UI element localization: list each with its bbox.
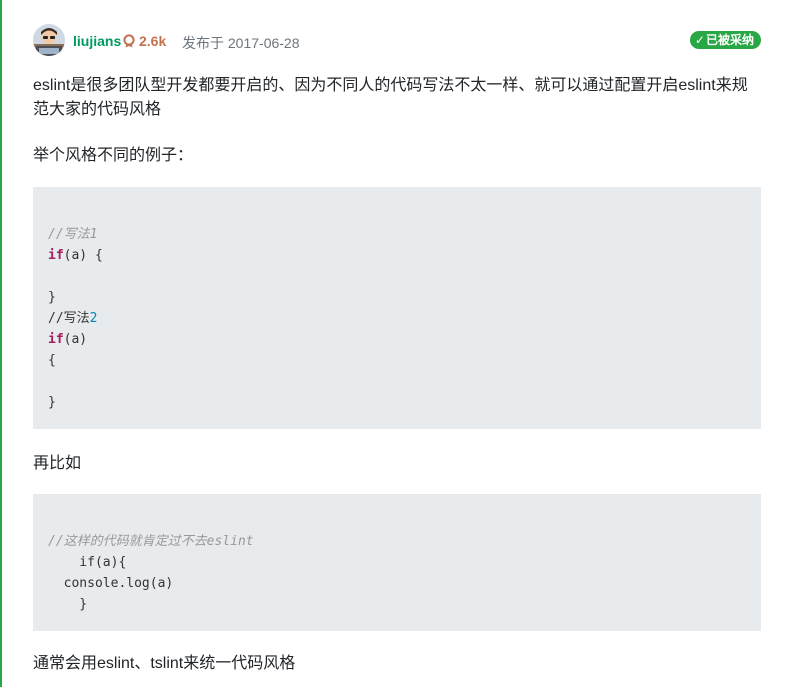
code-token: 2 bbox=[89, 311, 98, 326]
answer-accepted-border bbox=[0, 0, 2, 687]
code-line: if(a){ bbox=[48, 552, 126, 573]
author-username[interactable]: liujians bbox=[73, 33, 121, 49]
code-token: if bbox=[48, 248, 64, 263]
code-token: } bbox=[48, 597, 88, 612]
avatar[interactable] bbox=[33, 24, 65, 56]
code-token: (a) { bbox=[63, 248, 103, 263]
accepted-label: 已被采纳 bbox=[705, 33, 754, 47]
reputation-medal-icon bbox=[122, 34, 136, 48]
code-block-2: //这样的代码就肯定过不去eslint if(a){ console.log(a… bbox=[33, 494, 761, 631]
code-token: } bbox=[48, 395, 56, 410]
code-line: //这样的代码就肯定过不去eslint bbox=[48, 531, 254, 552]
answer-paragraph: 通常会用eslint、tslint来统一代码风格 bbox=[33, 655, 296, 672]
code-line: console.log(a) bbox=[48, 573, 174, 594]
code-token: if bbox=[48, 332, 64, 347]
code-line: } bbox=[48, 287, 56, 308]
answer-paragraph: eslint是很多团队型开发都要开启的、因为不同人的代码写法不太一样、就可以通过… bbox=[33, 77, 748, 118]
code-token: { bbox=[48, 353, 56, 368]
code-token: //写法1 bbox=[48, 227, 98, 242]
answer-meta: liujians 2.6k 发布于 2017-06-28 ✓已被采纳 bbox=[33, 24, 761, 58]
code-line: { bbox=[48, 350, 56, 371]
code-line: } bbox=[48, 392, 56, 413]
code-token: if(a){ bbox=[48, 555, 127, 570]
code-line: } bbox=[48, 594, 87, 615]
accepted-badge: ✓已被采纳 bbox=[689, 31, 761, 49]
code-line: //写法2 bbox=[48, 308, 97, 329]
code-token: } bbox=[48, 290, 56, 305]
check-icon: ✓ bbox=[694, 33, 705, 47]
code-token: (a) bbox=[63, 332, 88, 347]
code-token: //写法 bbox=[48, 311, 90, 326]
code-line: if(a) bbox=[48, 329, 87, 350]
code-token: console.log(a) bbox=[48, 576, 174, 591]
code-block-1: //写法1 if(a) {}//写法2 if(a){} bbox=[33, 187, 761, 429]
code-line: if(a) { bbox=[48, 245, 103, 266]
author-reputation: 2.6k bbox=[139, 33, 167, 49]
answer-paragraph: 再比如 bbox=[33, 455, 82, 472]
code-line: //写法1 bbox=[48, 224, 97, 245]
answer-paragraph: 举个风格不同的例子： bbox=[33, 147, 194, 164]
code-token: //这样的代码就肯定过不去eslint bbox=[48, 534, 254, 549]
publish-date: 发布于 2017-06-28 bbox=[182, 35, 300, 51]
